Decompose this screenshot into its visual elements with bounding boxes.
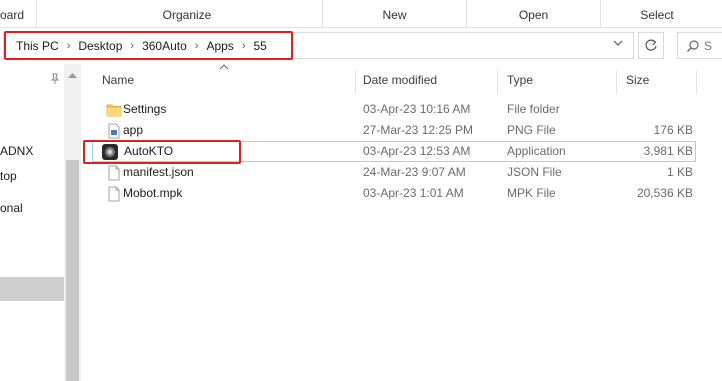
address-history-dropdown[interactable]	[610, 38, 626, 54]
file-type: Application	[507, 144, 566, 158]
scroll-up-icon[interactable]	[68, 70, 77, 80]
document-icon	[108, 165, 120, 181]
column-divider[interactable]	[696, 70, 697, 94]
file-row-manifest[interactable]: manifest.json 24-Mar-23 9:07 AM JSON Fil…	[92, 162, 696, 183]
file-type: File folder	[507, 102, 560, 116]
file-row-app[interactable]: app 27-Mar-23 12:25 PM PNG File 176 KB	[92, 120, 696, 141]
image-file-icon	[108, 123, 120, 139]
nav-item-desktop[interactable]: top	[0, 169, 17, 183]
pin-icon[interactable]	[49, 73, 61, 88]
nav-item-adnx[interactable]: ADNX	[0, 144, 33, 158]
search-input[interactable]: S	[677, 32, 722, 59]
column-header-type[interactable]: Type	[497, 64, 616, 96]
column-header-date[interactable]: Date modified	[353, 64, 497, 96]
file-name: manifest.json	[123, 165, 194, 179]
file-type: JSON File	[507, 165, 562, 179]
ribbon-group-select: Select	[640, 8, 674, 22]
search-icon	[687, 40, 699, 52]
file-date: 27-Mar-23 12:25 PM	[363, 123, 474, 137]
file-name: app	[123, 123, 144, 137]
file-row-mobot[interactable]: Mobot.mpk 03-Apr-23 1:01 AM MPK File 20,…	[92, 183, 696, 204]
folder-icon	[106, 104, 122, 117]
file-name: Settings	[123, 102, 167, 116]
address-highlight-box	[4, 31, 293, 60]
file-date: 03-Apr-23 1:01 AM	[363, 186, 464, 200]
column-headers: Name Date modified Type Size	[92, 64, 722, 96]
file-row-settings[interactable]: Settings 03-Apr-23 10:16 AM File folder	[92, 99, 696, 120]
file-date: 03-Apr-23 12:53 AM	[363, 144, 471, 158]
file-name: Mobot.mpk	[123, 186, 183, 200]
search-placeholder: S	[704, 39, 713, 53]
document-icon	[108, 186, 120, 202]
ribbon-group-labels: oard Organize New Open Select	[0, 0, 722, 28]
file-size: 176 KB	[653, 123, 693, 137]
scrollbar-thumb[interactable]	[66, 160, 79, 381]
nav-item-selected[interactable]	[0, 277, 64, 301]
ribbon-group-open: Open	[518, 8, 549, 22]
file-date: 24-Mar-23 9:07 AM	[363, 165, 466, 179]
refresh-icon	[645, 39, 657, 51]
autokto-highlight-box	[83, 140, 241, 164]
chevron-down-icon	[613, 40, 623, 46]
file-date: 03-Apr-23 10:16 AM	[363, 102, 471, 116]
nav-item-personal[interactable]: onal	[0, 201, 23, 215]
file-type: MPK File	[507, 186, 556, 200]
nav-scrollbar[interactable]	[64, 64, 81, 381]
column-header-name[interactable]: Name	[92, 64, 355, 96]
ribbon-group-new: New	[382, 8, 407, 22]
navigation-pane: ADNX top onal	[0, 64, 64, 381]
column-header-size[interactable]: Size	[616, 64, 696, 96]
ribbon-group-organize: Organize	[162, 8, 212, 22]
file-size: 1 KB	[666, 165, 693, 179]
file-size	[616, 99, 693, 120]
file-type: PNG File	[507, 123, 556, 137]
ribbon-group-clipboard: oard	[0, 8, 25, 22]
file-size: 3,981 KB	[643, 144, 693, 158]
refresh-button[interactable]	[638, 32, 664, 59]
file-size: 20,536 KB	[636, 186, 693, 200]
